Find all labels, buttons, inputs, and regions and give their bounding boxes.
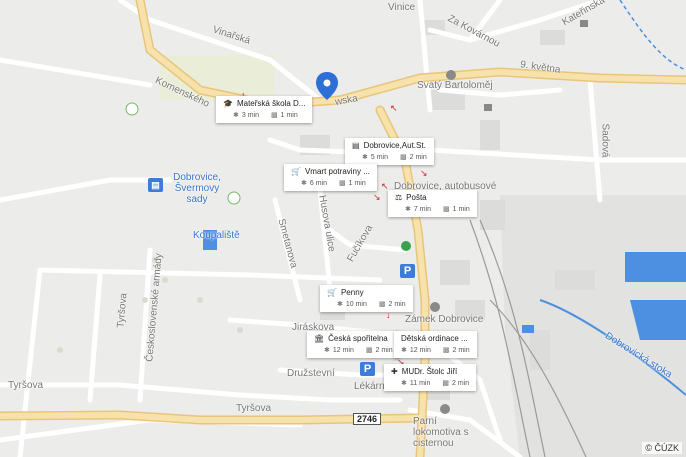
street-label-druzstevni: Družstevní: [287, 368, 335, 379]
car-time: 1 min: [452, 205, 470, 213]
walk-icon: ✱: [233, 112, 239, 119]
place-label-koupaliste: Koupaliště: [193, 230, 240, 241]
bank-icon: 🏛: [314, 334, 325, 343]
poi-card-name: Dobrovice,Aut.St.: [363, 141, 426, 150]
walk-time: 11 min: [409, 379, 431, 387]
map-canvas[interactable]: [0, 0, 686, 457]
poi-card[interactable]: 🛒 Vmart potraviny ... ✱ 6 min ▩ 1 min: [284, 164, 377, 191]
place-label-zamek-dobrovice: Zámek Dobrovice: [405, 314, 484, 325]
place-label-parni-lokomotiva: Parní lokomotiva s cisternou: [413, 416, 469, 449]
place-label-svaty-bartolomej: Svatý Bartoloměj: [417, 80, 493, 91]
car-icon: ▩: [442, 347, 450, 354]
bus-icon: ▤: [352, 141, 360, 150]
poi-card-name: MUDr. Štolc Jiří: [401, 367, 458, 376]
pointer-arrow-icon: ↘: [373, 192, 381, 202]
map-copyright: © ČÚZK: [642, 442, 682, 454]
poi-card-name: Dětská ordinace ...: [401, 334, 468, 343]
walk-icon: ✱: [324, 347, 330, 354]
car-time: 2 min: [452, 379, 470, 387]
walk-time: 6 min: [309, 179, 327, 187]
car-time: 2 min: [452, 346, 470, 354]
walk-icon: ✱: [401, 380, 407, 387]
walk-time: 3 min: [241, 111, 259, 119]
cart-icon: 🛒: [327, 288, 337, 297]
poi-card[interactable]: ⚖ Pošta ✱ 7 min ▩ 1 min: [388, 190, 477, 217]
walk-icon: ✱: [337, 301, 343, 308]
car-time: 2 min: [388, 300, 406, 308]
poi-card-name: Vmart potraviny ...: [304, 167, 370, 176]
walk-icon: ✱: [362, 154, 368, 161]
street-label-sadova: Sadová: [599, 123, 611, 158]
poi-card[interactable]: 🛒 Penny ✱ 10 min ▩ 2 min: [320, 285, 413, 312]
car-icon: ▩: [378, 301, 386, 308]
post-icon: ⚖: [395, 193, 403, 202]
car-icon: ▩: [271, 112, 278, 119]
pointer-arrow-icon: ↘: [420, 168, 428, 178]
poi-card[interactable]: ✚ MUDr. Štolc Jiří ✱ 11 min ▩ 2 min: [384, 364, 477, 391]
poi-card-name: Penny: [340, 288, 364, 297]
cart-icon: 🛒: [291, 167, 301, 176]
road-number-shield: 2746: [353, 413, 382, 425]
place-label-dobrovice-svermovy-sady: Dobrovice, Švermovy sady: [173, 172, 221, 205]
car-time: 2 min: [375, 346, 393, 354]
walk-time: 12 min: [409, 346, 431, 354]
walk-time: 12 min: [332, 346, 354, 354]
car-icon: ▩: [365, 347, 373, 354]
car-time: 1 min: [280, 111, 298, 119]
car-icon: ▩: [443, 206, 450, 213]
walk-icon: ✱: [401, 347, 407, 354]
street-label-vinice: Vinice: [388, 2, 416, 13]
car-time: 2 min: [409, 153, 427, 161]
car-icon: ▩: [400, 154, 407, 161]
walk-icon: ✱: [405, 206, 411, 213]
pointer-arrow-icon: ↖: [390, 103, 398, 113]
poi-card[interactable]: 🎓 Mateřská škola D... ✱ 3 min ▩ 1 min: [216, 96, 313, 123]
medical-icon: ✚: [391, 367, 398, 376]
walk-time: 7 min: [413, 205, 431, 213]
walk-time: 10 min: [345, 300, 367, 308]
bus-stop-icon[interactable]: ▤: [148, 178, 163, 192]
walk-icon: ✱: [301, 180, 307, 187]
school-icon: 🎓: [223, 99, 233, 108]
walk-time: 5 min: [370, 153, 388, 161]
street-label-tyrsova-bottom: Tyršova: [236, 403, 272, 414]
poi-card-name: Mateřská škola D...: [236, 99, 306, 108]
poi-card-name: Pošta: [406, 193, 427, 202]
parking-icon[interactable]: P: [400, 264, 415, 278]
car-time: 1 min: [348, 179, 366, 187]
poi-card-name: Česká spořitelna: [328, 334, 388, 343]
poi-card[interactable]: ▤ Dobrovice,Aut.St. ✱ 5 min ▩ 2 min: [345, 138, 434, 165]
street-label-tyrsova-left: Tyršova: [8, 380, 44, 391]
car-icon: ▩: [442, 380, 449, 387]
poi-card[interactable]: Dětská ordinace ... ✱ 12 min ▩ 2 min: [394, 331, 477, 358]
car-icon: ▩: [339, 180, 346, 187]
parking-icon[interactable]: P: [360, 362, 375, 376]
poi-card[interactable]: 🏛 Česká spořitelna ✱ 12 min ▩ 2 min: [307, 331, 400, 358]
